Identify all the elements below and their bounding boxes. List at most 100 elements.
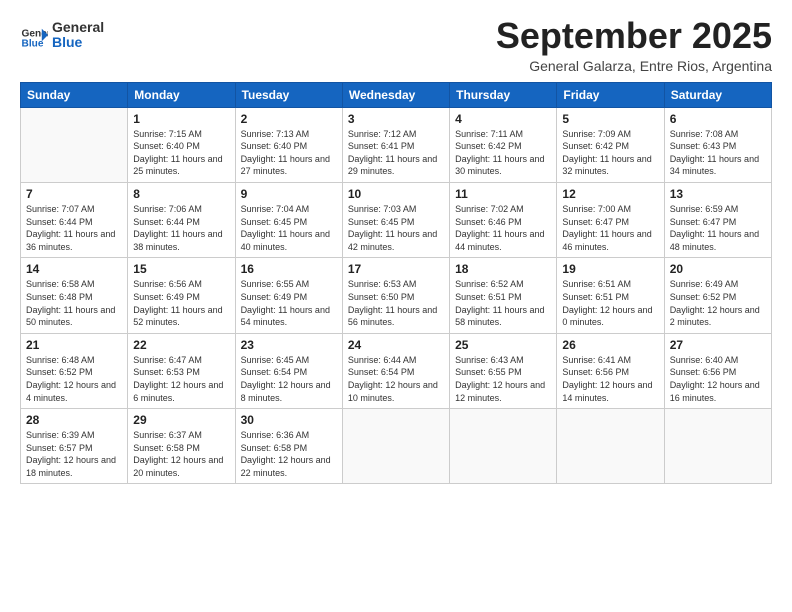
calendar-cell: 10 Sunrise: 7:03 AMSunset: 6:45 PMDaylig… <box>342 182 449 257</box>
day-number: 17 <box>348 262 444 276</box>
calendar-cell <box>450 409 557 484</box>
weekday-header-row: Sunday Monday Tuesday Wednesday Thursday… <box>21 82 772 107</box>
day-info: Sunrise: 7:06 AMSunset: 6:44 PMDaylight:… <box>133 203 229 253</box>
calendar-cell: 16 Sunrise: 6:55 AMSunset: 6:49 PMDaylig… <box>235 258 342 333</box>
logo-general-text: General <box>52 20 104 35</box>
calendar-cell: 18 Sunrise: 6:52 AMSunset: 6:51 PMDaylig… <box>450 258 557 333</box>
day-info: Sunrise: 7:15 AMSunset: 6:40 PMDaylight:… <box>133 128 229 178</box>
calendar-cell: 6 Sunrise: 7:08 AMSunset: 6:43 PMDayligh… <box>664 107 771 182</box>
day-number: 24 <box>348 338 444 352</box>
calendar-cell: 30 Sunrise: 6:36 AMSunset: 6:58 PMDaylig… <box>235 409 342 484</box>
calendar-row-3: 14 Sunrise: 6:58 AMSunset: 6:48 PMDaylig… <box>21 258 772 333</box>
calendar-cell: 19 Sunrise: 6:51 AMSunset: 6:51 PMDaylig… <box>557 258 664 333</box>
calendar-cell: 9 Sunrise: 7:04 AMSunset: 6:45 PMDayligh… <box>235 182 342 257</box>
day-number: 3 <box>348 112 444 126</box>
month-title: September 2025 <box>496 16 772 56</box>
calendar-cell: 28 Sunrise: 6:39 AMSunset: 6:57 PMDaylig… <box>21 409 128 484</box>
day-number: 28 <box>26 413 122 427</box>
location-subtitle: General Galarza, Entre Rios, Argentina <box>496 58 772 74</box>
header-tuesday: Tuesday <box>235 82 342 107</box>
calendar-cell: 2 Sunrise: 7:13 AMSunset: 6:40 PMDayligh… <box>235 107 342 182</box>
day-info: Sunrise: 6:40 AMSunset: 6:56 PMDaylight:… <box>670 354 766 404</box>
day-number: 29 <box>133 413 229 427</box>
calendar-cell: 25 Sunrise: 6:43 AMSunset: 6:55 PMDaylig… <box>450 333 557 408</box>
day-info: Sunrise: 7:04 AMSunset: 6:45 PMDaylight:… <box>241 203 337 253</box>
calendar-cell: 20 Sunrise: 6:49 AMSunset: 6:52 PMDaylig… <box>664 258 771 333</box>
day-info: Sunrise: 7:13 AMSunset: 6:40 PMDaylight:… <box>241 128 337 178</box>
day-number: 13 <box>670 187 766 201</box>
header-friday: Friday <box>557 82 664 107</box>
header-wednesday: Wednesday <box>342 82 449 107</box>
day-number: 25 <box>455 338 551 352</box>
day-info: Sunrise: 7:08 AMSunset: 6:43 PMDaylight:… <box>670 128 766 178</box>
day-info: Sunrise: 6:43 AMSunset: 6:55 PMDaylight:… <box>455 354 551 404</box>
header-saturday: Saturday <box>664 82 771 107</box>
day-info: Sunrise: 6:53 AMSunset: 6:50 PMDaylight:… <box>348 278 444 328</box>
day-info: Sunrise: 6:41 AMSunset: 6:56 PMDaylight:… <box>562 354 658 404</box>
calendar-cell: 7 Sunrise: 7:07 AMSunset: 6:44 PMDayligh… <box>21 182 128 257</box>
day-info: Sunrise: 6:58 AMSunset: 6:48 PMDaylight:… <box>26 278 122 328</box>
calendar-cell: 4 Sunrise: 7:11 AMSunset: 6:42 PMDayligh… <box>450 107 557 182</box>
header: General Blue General Blue September 2025… <box>20 16 772 74</box>
svg-text:Blue: Blue <box>22 39 44 49</box>
day-number: 8 <box>133 187 229 201</box>
day-info: Sunrise: 6:36 AMSunset: 6:58 PMDaylight:… <box>241 429 337 479</box>
calendar-cell: 29 Sunrise: 6:37 AMSunset: 6:58 PMDaylig… <box>128 409 235 484</box>
header-sunday: Sunday <box>21 82 128 107</box>
day-number: 30 <box>241 413 337 427</box>
calendar-row-1: 1 Sunrise: 7:15 AMSunset: 6:40 PMDayligh… <box>21 107 772 182</box>
day-number: 1 <box>133 112 229 126</box>
day-info: Sunrise: 7:02 AMSunset: 6:46 PMDaylight:… <box>455 203 551 253</box>
day-number: 19 <box>562 262 658 276</box>
day-info: Sunrise: 7:09 AMSunset: 6:42 PMDaylight:… <box>562 128 658 178</box>
day-number: 27 <box>670 338 766 352</box>
day-number: 14 <box>26 262 122 276</box>
calendar-row-2: 7 Sunrise: 7:07 AMSunset: 6:44 PMDayligh… <box>21 182 772 257</box>
page: General Blue General Blue September 2025… <box>0 0 792 612</box>
day-number: 22 <box>133 338 229 352</box>
calendar-cell: 26 Sunrise: 6:41 AMSunset: 6:56 PMDaylig… <box>557 333 664 408</box>
day-info: Sunrise: 7:03 AMSunset: 6:45 PMDaylight:… <box>348 203 444 253</box>
day-number: 15 <box>133 262 229 276</box>
header-right: September 2025 General Galarza, Entre Ri… <box>496 16 772 74</box>
day-number: 16 <box>241 262 337 276</box>
calendar-cell: 11 Sunrise: 7:02 AMSunset: 6:46 PMDaylig… <box>450 182 557 257</box>
day-info: Sunrise: 6:55 AMSunset: 6:49 PMDaylight:… <box>241 278 337 328</box>
day-number: 11 <box>455 187 551 201</box>
header-monday: Monday <box>128 82 235 107</box>
calendar-cell: 5 Sunrise: 7:09 AMSunset: 6:42 PMDayligh… <box>557 107 664 182</box>
calendar-cell: 15 Sunrise: 6:56 AMSunset: 6:49 PMDaylig… <box>128 258 235 333</box>
day-number: 6 <box>670 112 766 126</box>
day-info: Sunrise: 6:47 AMSunset: 6:53 PMDaylight:… <box>133 354 229 404</box>
day-info: Sunrise: 6:44 AMSunset: 6:54 PMDaylight:… <box>348 354 444 404</box>
day-info: Sunrise: 6:48 AMSunset: 6:52 PMDaylight:… <box>26 354 122 404</box>
day-number: 5 <box>562 112 658 126</box>
day-number: 23 <box>241 338 337 352</box>
calendar-row-5: 28 Sunrise: 6:39 AMSunset: 6:57 PMDaylig… <box>21 409 772 484</box>
day-number: 21 <box>26 338 122 352</box>
calendar-cell <box>21 107 128 182</box>
day-number: 26 <box>562 338 658 352</box>
day-info: Sunrise: 7:07 AMSunset: 6:44 PMDaylight:… <box>26 203 122 253</box>
calendar-cell: 1 Sunrise: 7:15 AMSunset: 6:40 PMDayligh… <box>128 107 235 182</box>
day-info: Sunrise: 6:45 AMSunset: 6:54 PMDaylight:… <box>241 354 337 404</box>
day-number: 10 <box>348 187 444 201</box>
day-info: Sunrise: 7:11 AMSunset: 6:42 PMDaylight:… <box>455 128 551 178</box>
day-info: Sunrise: 6:37 AMSunset: 6:58 PMDaylight:… <box>133 429 229 479</box>
calendar-cell: 24 Sunrise: 6:44 AMSunset: 6:54 PMDaylig… <box>342 333 449 408</box>
day-info: Sunrise: 6:51 AMSunset: 6:51 PMDaylight:… <box>562 278 658 328</box>
header-thursday: Thursday <box>450 82 557 107</box>
calendar-cell <box>342 409 449 484</box>
calendar-cell: 13 Sunrise: 6:59 AMSunset: 6:47 PMDaylig… <box>664 182 771 257</box>
logo-icon: General Blue <box>20 21 48 49</box>
calendar-cell: 17 Sunrise: 6:53 AMSunset: 6:50 PMDaylig… <box>342 258 449 333</box>
logo-blue-text: Blue <box>52 35 104 50</box>
logo: General Blue General Blue <box>20 20 104 51</box>
calendar-row-4: 21 Sunrise: 6:48 AMSunset: 6:52 PMDaylig… <box>21 333 772 408</box>
calendar-cell: 3 Sunrise: 7:12 AMSunset: 6:41 PMDayligh… <box>342 107 449 182</box>
day-number: 9 <box>241 187 337 201</box>
day-info: Sunrise: 7:12 AMSunset: 6:41 PMDaylight:… <box>348 128 444 178</box>
day-info: Sunrise: 6:52 AMSunset: 6:51 PMDaylight:… <box>455 278 551 328</box>
calendar-cell: 8 Sunrise: 7:06 AMSunset: 6:44 PMDayligh… <box>128 182 235 257</box>
day-number: 4 <box>455 112 551 126</box>
